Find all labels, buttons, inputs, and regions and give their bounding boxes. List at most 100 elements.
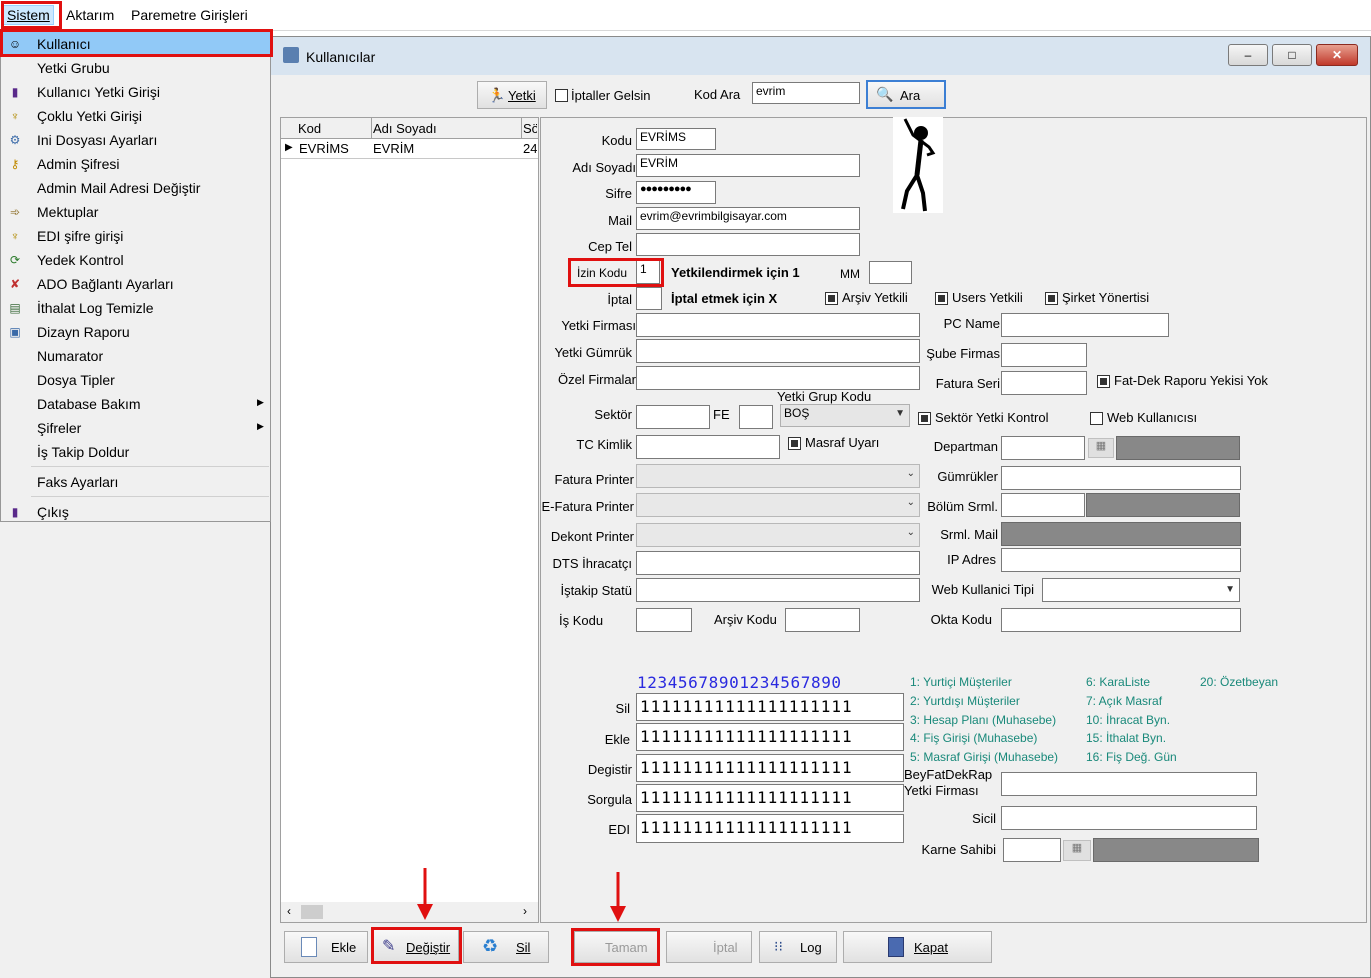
- menu-parametre[interactable]: Paremetre Girişleri: [131, 7, 248, 23]
- efatura-printer-select[interactable]: ⌄: [636, 493, 920, 517]
- menu-item-database-bakim[interactable]: Database Bakım ▶: [1, 392, 270, 416]
- web-tipi-select[interactable]: ▼: [1042, 578, 1240, 602]
- web-kullanicisi-checkbox[interactable]: [1090, 412, 1103, 425]
- sektor-yetki-checkbox[interactable]: [918, 412, 931, 425]
- menu-item-edi[interactable]: ♆ EDI şifre girişi: [1, 224, 270, 248]
- degistir-button[interactable]: ✎ Değiştir: [373, 929, 459, 963]
- menu-item-ini[interactable]: ⚙ Ini Dosyası Ayarları: [1, 128, 270, 152]
- ini-settings-icon: ⚙: [9, 133, 21, 147]
- beyfat-input[interactable]: [1001, 772, 1257, 796]
- grid-col-so[interactable]: Sö: [523, 121, 537, 136]
- calendar-icon[interactable]: ▦: [1063, 840, 1091, 861]
- ara-button[interactable]: 🔍 Ara: [866, 80, 946, 109]
- fatura-printer-select[interactable]: ⌄: [636, 464, 920, 488]
- table-row[interactable]: ▶ EVRİMS EVRİM 24: [281, 138, 538, 159]
- menu-item-dizayn[interactable]: ▣ Dizayn Raporu: [1, 320, 270, 344]
- menu-item-mektuplar[interactable]: ➾ Mektuplar: [1, 200, 270, 224]
- perm-sorgula-input[interactable]: 11111111111111111111: [636, 784, 904, 812]
- menu-item-ado[interactable]: ✘ ADO Bağlantı Ayarları: [1, 272, 270, 296]
- menu-item-coklu-yetki[interactable]: ♆ Çoklu Yetki Girişi: [1, 104, 270, 128]
- grid-col-adi[interactable]: Adı Soyadı: [373, 121, 437, 136]
- departman-input[interactable]: [1001, 436, 1085, 460]
- mm-input[interactable]: [869, 261, 912, 284]
- sil-button[interactable]: ♻ Sil: [463, 931, 549, 963]
- menu-item-admin-mail[interactable]: Admin Mail Adresi Değiştir: [1, 176, 270, 200]
- grid-col-kod[interactable]: Kod: [298, 121, 321, 136]
- bolum-srml-input[interactable]: [1001, 493, 1085, 517]
- istakip-input[interactable]: [636, 578, 920, 602]
- departman-label: Departman: [933, 439, 998, 454]
- ceptel-input[interactable]: [636, 233, 860, 256]
- iptal-input[interactable]: [636, 287, 662, 310]
- karne-sahibi-input[interactable]: [1003, 838, 1061, 862]
- dekont-printer-select[interactable]: ⌄: [636, 523, 920, 547]
- fatura-seri-label: Fatura Seri: [935, 376, 1000, 391]
- iptaller-gelsin-checkbox[interactable]: [555, 89, 568, 102]
- menu-item-numarator[interactable]: Numarator: [1, 344, 270, 368]
- tamam-button[interactable]: Tamam: [574, 931, 658, 963]
- izin-kodu-input[interactable]: 1: [636, 260, 660, 284]
- menu-item-kullanici[interactable]: ☺ Kullanıcı: [1, 32, 270, 56]
- kapat-button[interactable]: Kapat: [843, 931, 992, 963]
- mail-input[interactable]: evrim@evrimbilgisayar.com: [636, 207, 860, 230]
- close-button[interactable]: ✕: [1316, 44, 1358, 66]
- menu-item-is-takip[interactable]: İş Takip Doldur: [1, 440, 270, 464]
- fatdek-checkbox[interactable]: [1097, 375, 1110, 388]
- adi-input[interactable]: EVRİM: [636, 154, 860, 177]
- kodu-input[interactable]: EVRİMS: [636, 128, 716, 150]
- ekle-button[interactable]: Ekle: [284, 931, 368, 963]
- menu-item-ithalat-log[interactable]: ▤ İthalat Log Temizle: [1, 296, 270, 320]
- log-button[interactable]: ⁝⁝ Log: [759, 931, 837, 963]
- menu-item-cikis[interactable]: ▮ Çıkış: [1, 500, 270, 524]
- legend-item: 15: İthalat Byn.: [1086, 731, 1167, 745]
- menu-item-dosya-tipler[interactable]: Dosya Tipler: [1, 368, 270, 392]
- ip-adres-input[interactable]: [1001, 548, 1241, 572]
- dts-input[interactable]: [636, 551, 920, 575]
- maximize-button[interactable]: □: [1272, 44, 1312, 66]
- masraf-uyari-checkbox[interactable]: [788, 437, 801, 450]
- tc-kimlik-input[interactable]: [636, 435, 780, 459]
- perm-degistir-input[interactable]: 11111111111111111111: [636, 754, 904, 782]
- menu-aktarim[interactable]: Aktarım: [66, 7, 114, 23]
- ozel-firmalar-label: Özel Firmalar: [557, 372, 636, 387]
- menu-sistem[interactable]: Sistem: [3, 5, 54, 25]
- pc-name-input[interactable]: [1001, 313, 1169, 337]
- fatura-seri-input[interactable]: [1001, 371, 1087, 395]
- menu-item-yedek[interactable]: ⟳ Yedek Kontrol: [1, 248, 270, 272]
- kod-ara-input[interactable]: evrim: [752, 82, 860, 104]
- calendar-icon[interactable]: ▦: [1088, 438, 1114, 458]
- yetki-gumruk-input[interactable]: [636, 339, 920, 363]
- perm-ekle-input[interactable]: 11111111111111111111: [636, 723, 904, 751]
- users-grid: Kod Adı Soyadı Sö ▶ EVRİMS EVRİM 24 ‹ ›: [280, 117, 539, 923]
- fe-input[interactable]: [739, 405, 773, 429]
- perm-edi-input[interactable]: 11111111111111111111: [636, 814, 904, 843]
- legend-item: 1: Yurtiçi Müşteriler: [910, 675, 1012, 689]
- scroll-left-icon[interactable]: ‹: [287, 904, 291, 918]
- yetki-firmasi-input[interactable]: [636, 313, 920, 337]
- perm-sil-input[interactable]: 11111111111111111111: [636, 693, 904, 721]
- users-yetkili-checkbox[interactable]: [935, 292, 948, 305]
- gumrukler-input[interactable]: [1001, 466, 1241, 490]
- menu-item-sifreler[interactable]: Şifreler ▶: [1, 416, 270, 440]
- sektor-input[interactable]: [636, 405, 710, 429]
- arsiv-yetkili-checkbox[interactable]: [825, 292, 838, 305]
- ozel-firmalar-input[interactable]: [636, 366, 920, 390]
- minimize-button[interactable]: –: [1228, 44, 1268, 66]
- scroll-thumb[interactable]: [301, 905, 323, 919]
- okta-kodu-input[interactable]: [1001, 608, 1241, 632]
- menu-item-admin-sifresi[interactable]: ⚷ Admin Şifresi: [1, 152, 270, 176]
- menu-item-kullanici-yetki[interactable]: ▮ Kullanıcı Yetki Girişi: [1, 80, 270, 104]
- menu-item-yetki-grubu[interactable]: Yetki Grubu: [1, 56, 270, 80]
- is-kodu-input[interactable]: [636, 608, 692, 632]
- scroll-right-icon[interactable]: ›: [523, 904, 527, 918]
- menu-item-faks[interactable]: Faks Ayarları: [1, 470, 270, 494]
- yetki-grup-select[interactable]: BOŞ ▼: [780, 404, 910, 427]
- yetki-button[interactable]: 🏃 Yetki: [477, 81, 547, 109]
- iptal-button[interactable]: İptal: [666, 931, 752, 963]
- sube-firmasi-input[interactable]: [1001, 343, 1087, 367]
- arsiv-kodu-input[interactable]: [785, 608, 860, 632]
- dts-label: DTS İhracatçı: [552, 556, 632, 571]
- sifre-input[interactable]: ●●●●●●●●●: [636, 181, 716, 204]
- sicil-input[interactable]: [1001, 806, 1257, 830]
- sirket-yonertisi-checkbox[interactable]: [1045, 292, 1058, 305]
